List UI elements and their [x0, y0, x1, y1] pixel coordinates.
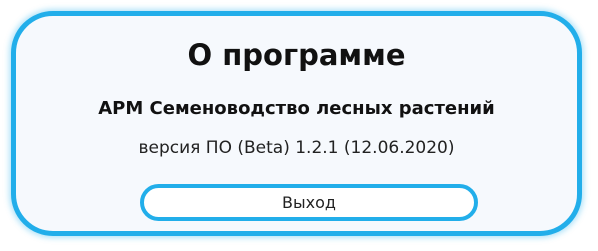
about-dialog: О программе АРМ Семеноводство лесных рас…: [11, 11, 582, 236]
app-name: АРМ Семеноводство лесных растений: [98, 98, 495, 119]
exit-button[interactable]: Выход: [140, 184, 478, 221]
version-info: версия ПО (Beta) 1.2.1 (12.06.2020): [138, 138, 455, 158]
dialog-title: О программе: [187, 38, 406, 72]
